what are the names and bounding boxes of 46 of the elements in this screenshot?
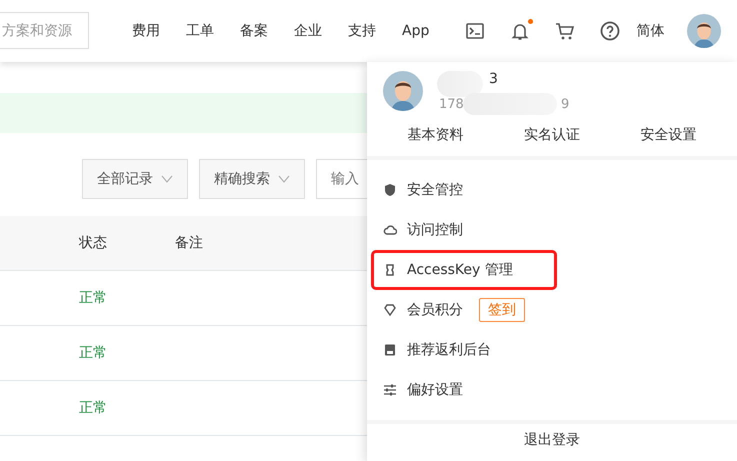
user-avatar	[383, 71, 423, 111]
filter-dropdown[interactable]: 精确搜索	[199, 159, 305, 199]
menu-label: 推荐返利后台	[407, 340, 491, 360]
logout-link[interactable]: 退出登录	[524, 430, 580, 451]
menu-label: 访问控制	[407, 220, 463, 240]
profile-tab[interactable]: 安全设置	[640, 125, 697, 146]
status-cell-text: 正常	[79, 344, 107, 362]
search-field[interactable]: 方案和资源	[0, 12, 89, 49]
status-cell-text: 正常	[79, 288, 107, 308]
cloud-icon	[383, 223, 397, 237]
column-header: 状态	[79, 234, 107, 252]
chevron-down-icon	[161, 175, 173, 183]
profile-tab[interactable]: 基本资料	[407, 125, 464, 146]
menu-item[interactable]: 推荐返利后台	[367, 330, 737, 370]
status-cell-text: 正常	[79, 398, 107, 418]
menu-item[interactable]: 偏好设置	[367, 370, 737, 410]
menu-label: 偏好设置	[407, 380, 463, 400]
sliders-icon	[383, 383, 397, 397]
menu-item[interactable]: 会员积分 签到	[367, 290, 737, 330]
filter-dropdown[interactable]: 全部记录	[82, 159, 188, 199]
panel-icon	[383, 343, 397, 357]
menu-label: AccessKey 管理	[407, 260, 513, 280]
menu-label: 会员积分	[407, 300, 463, 320]
phone-start: 178	[439, 96, 464, 114]
bell-icon[interactable]	[510, 21, 530, 41]
menu-item[interactable]: 访问控制	[367, 210, 737, 250]
language-link[interactable]: 简体	[636, 20, 664, 42]
shield-icon	[383, 183, 397, 197]
user-name: 3	[489, 70, 498, 89]
cart-icon[interactable]	[555, 21, 576, 41]
nav-link[interactable]: 支持	[348, 20, 376, 42]
nav-link[interactable]: 备案	[240, 20, 268, 42]
profile-tab[interactable]: 实名认证	[524, 125, 580, 146]
phone-end: 9	[561, 96, 570, 114]
chevron-down-icon	[278, 175, 290, 183]
nav-link[interactable]: 企业	[294, 20, 322, 42]
nav-link[interactable]: 费用	[132, 20, 160, 42]
column-header: 备注	[175, 234, 203, 252]
terminal-icon[interactable]	[465, 21, 486, 41]
avatar[interactable]	[687, 14, 722, 48]
diamond-icon	[383, 303, 397, 317]
nav-link[interactable]: App	[402, 20, 430, 42]
help-icon[interactable]	[600, 21, 620, 41]
menu-item[interactable]: AccessKey 管理	[371, 250, 557, 290]
nav-link[interactable]: 工单	[186, 20, 214, 42]
menu-label: 安全管控	[407, 180, 463, 200]
